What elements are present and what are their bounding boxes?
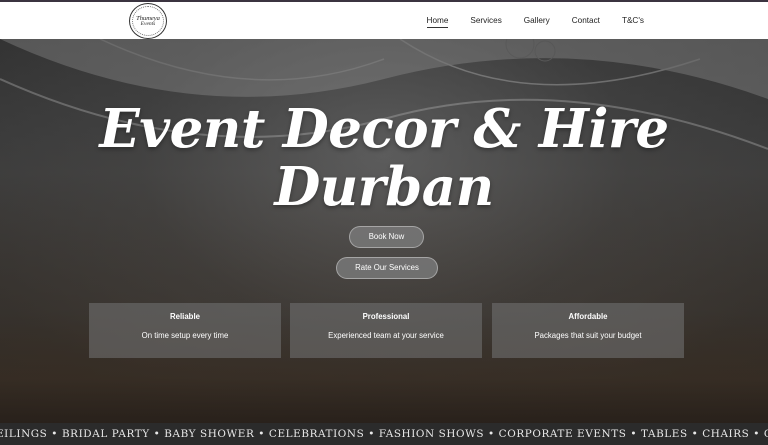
nav-terms[interactable]: T&C's xyxy=(622,15,644,28)
ticker-text: EILINGS • BRIDAL PARTY • BABY SHOWER • C… xyxy=(0,428,768,440)
hero-title-line2: Durban xyxy=(274,156,494,218)
nav-gallery[interactable]: Gallery xyxy=(524,15,550,28)
services-ticker: EILINGS • BRIDAL PARTY • BABY SHOWER • C… xyxy=(0,423,768,445)
feature-card-affordable: Affordable Packages that suit your budge… xyxy=(492,303,684,358)
book-now-button[interactable]: Book Now xyxy=(349,226,424,248)
logo-text-line2: Events xyxy=(140,21,156,27)
feature-description: On time setup every time xyxy=(141,331,229,340)
feature-title: Affordable xyxy=(568,312,608,321)
hero-title-line1: Event Decor & Hire xyxy=(99,98,669,160)
feature-description: Packages that suit your budget xyxy=(534,331,642,340)
feature-description: Experienced team at your service xyxy=(328,331,444,340)
site-header: Thumeya Events Home Services Gallery Con… xyxy=(0,2,768,39)
feature-card-professional: Professional Experienced team at your se… xyxy=(290,303,482,358)
feature-card-reliable: Reliable On time setup every time xyxy=(89,303,281,358)
feature-title: Professional xyxy=(362,312,410,321)
nav-services[interactable]: Services xyxy=(470,15,501,28)
feature-title: Reliable xyxy=(170,312,200,321)
main-nav: Home Services Gallery Contact T&C's xyxy=(426,15,644,28)
nav-contact[interactable]: Contact xyxy=(572,15,600,28)
rate-services-button[interactable]: Rate Our Services xyxy=(336,257,438,279)
nav-home[interactable]: Home xyxy=(426,15,449,28)
logo[interactable]: Thumeya Events xyxy=(129,3,167,39)
